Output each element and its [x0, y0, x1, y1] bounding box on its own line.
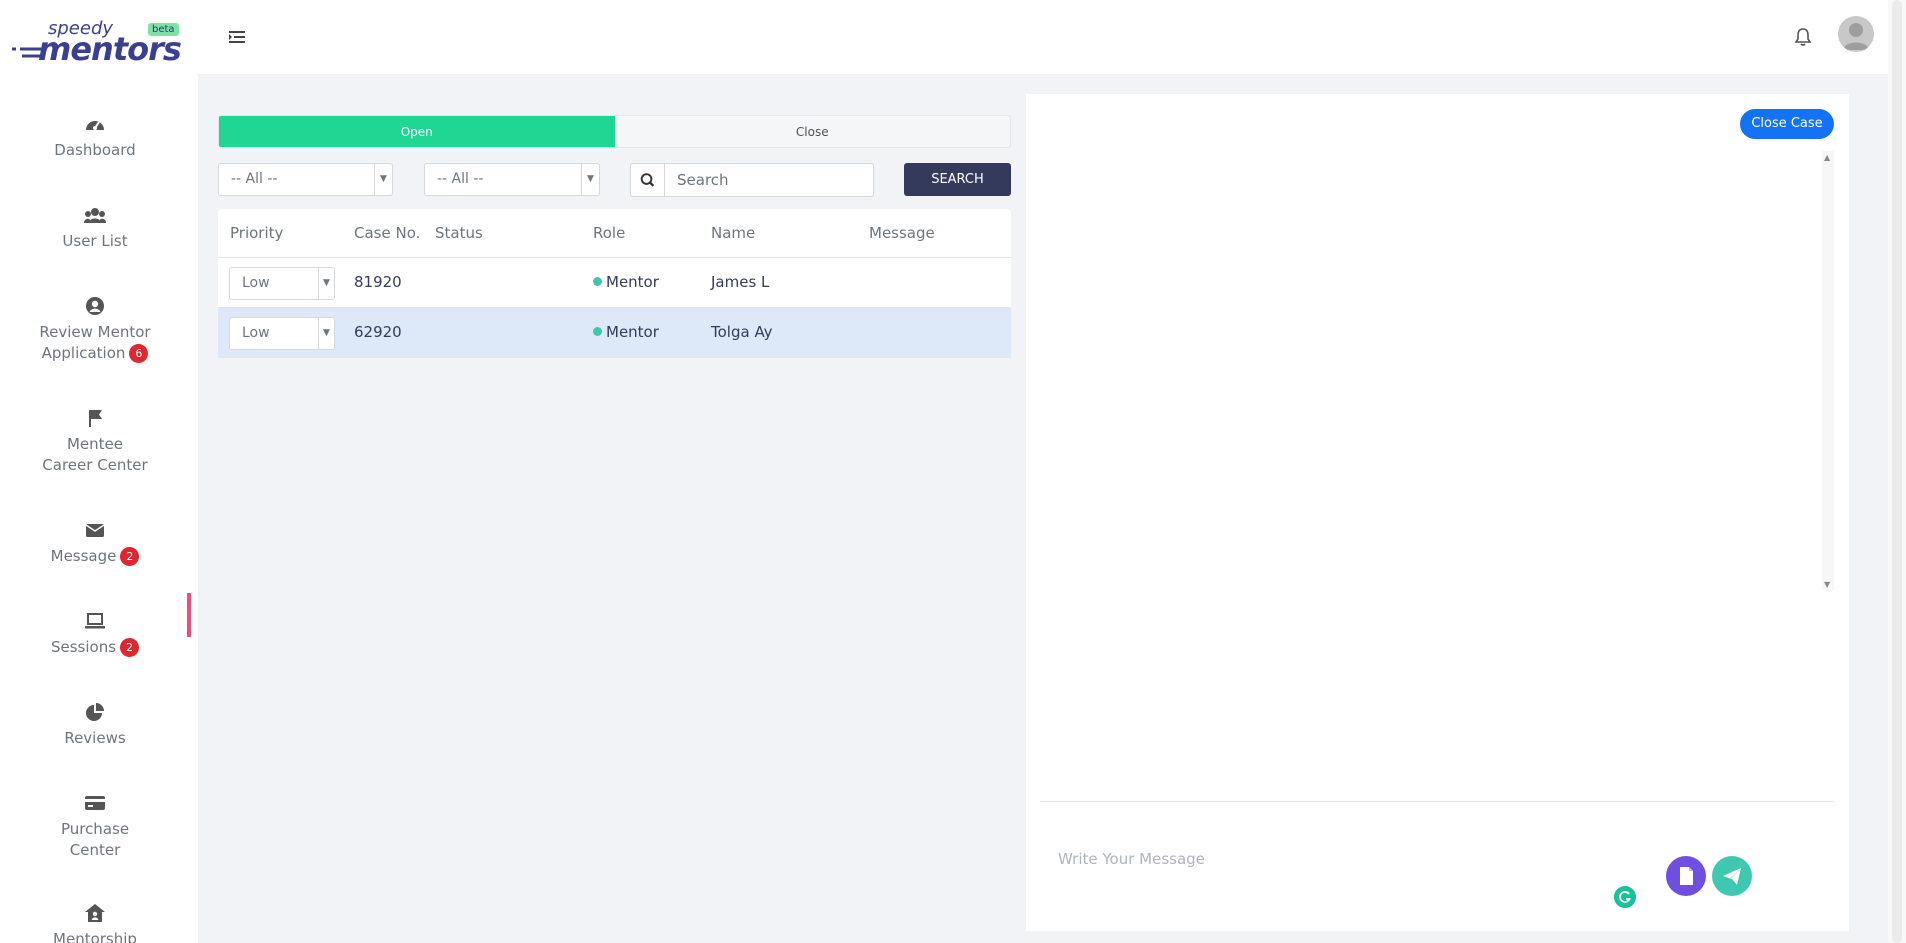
- sidebar-item-label-line1: Purchase: [60, 820, 130, 838]
- chevron-down-icon: ▼: [318, 268, 334, 299]
- send-message-button[interactable]: [1712, 856, 1752, 896]
- chevron-down-icon: ▼: [318, 318, 334, 349]
- table-header: Priority Case No. Status Role Name Messa…: [218, 209, 1011, 258]
- chevron-down-icon: ▼: [374, 164, 392, 195]
- review-count-badge: 6: [129, 344, 149, 363]
- sidebar-item-label: User List: [62, 232, 128, 250]
- column-header-message: Message: [869, 224, 935, 242]
- column-header-priority: Priority: [230, 224, 284, 242]
- search-input[interactable]: [666, 164, 872, 196]
- page-scrollbar-thumb[interactable]: [1892, 0, 1902, 943]
- sidebar-item-user-list[interactable]: User List: [0, 205, 190, 252]
- scroll-down-icon[interactable]: ▼: [1824, 580, 1830, 589]
- brand-logo[interactable]: speedy mentors beta: [12, 18, 182, 68]
- priority-value: Low: [242, 325, 270, 341]
- status-dot: [593, 277, 602, 286]
- top-header: speedy mentors beta: [0, 0, 1888, 74]
- column-header-status: Status: [435, 224, 483, 242]
- beta-badge: beta: [148, 23, 179, 36]
- notification-bell-icon[interactable]: [1794, 27, 1812, 47]
- sidebar-item-label: Sessions: [50, 638, 117, 656]
- sidebar-item-label-line1: Mentee: [66, 435, 123, 453]
- grammarly-icon[interactable]: [1614, 886, 1636, 908]
- filter-select-1-value: -- All --: [231, 171, 278, 187]
- role-label: Mentor: [606, 323, 659, 341]
- gauge-icon: [86, 121, 104, 130]
- status-dot: [593, 327, 602, 336]
- sidebar-item-label: Message: [50, 547, 117, 565]
- user-name: James L: [711, 273, 770, 291]
- menu-toggle-icon[interactable]: [228, 28, 246, 46]
- users-icon: [84, 208, 106, 223]
- column-header-role: Role: [593, 224, 626, 242]
- sessions-count-badge: 2: [120, 638, 140, 657]
- sidebar-item-label: Reviews: [64, 729, 126, 747]
- sidebar-item-review-mentor-application[interactable]: Review Mentor Application 6: [0, 296, 190, 364]
- pie-chart-icon: [86, 703, 104, 721]
- case-number: 81920: [354, 273, 402, 291]
- sidebar-item-label: Mentorship: [53, 930, 137, 943]
- credit-card-icon: [85, 796, 105, 810]
- sidebar-item-label-line2: Career Center: [42, 456, 148, 474]
- flag-icon: [89, 410, 102, 427]
- sidebar-item-mentee-career-center[interactable]: Mentee Career Center: [0, 408, 190, 476]
- house-user-icon: [85, 904, 105, 922]
- sidebar-item-purchase-center[interactable]: Purchase Center: [0, 793, 190, 861]
- user-circle-icon: [86, 297, 104, 315]
- cases-table: Priority Case No. Status Role Name Messa…: [218, 209, 1011, 358]
- file-icon: [1680, 867, 1693, 885]
- table-row[interactable]: Low ▼ 62920 Mentor Tolga Ay: [218, 308, 1011, 358]
- column-header-case-no: Case No.: [354, 224, 421, 242]
- sidebar-item-message[interactable]: Message 2: [0, 520, 190, 567]
- search-box: [630, 163, 874, 197]
- role-cell: Mentor: [593, 323, 659, 341]
- page-scrollbar[interactable]: [1888, 0, 1906, 943]
- role-label: Mentor: [606, 273, 659, 291]
- chat-divider: [1040, 801, 1834, 802]
- filter-select-1[interactable]: -- All -- ▼: [218, 163, 393, 196]
- paper-plane-icon: [1723, 868, 1741, 885]
- active-item-indicator: [187, 593, 191, 637]
- sidebar-item-reviews[interactable]: Reviews: [0, 702, 190, 749]
- sidebar-item-label-line2: Application: [41, 344, 126, 362]
- sidebar-item-sessions[interactable]: Sessions 2: [0, 611, 190, 658]
- column-header-name: Name: [711, 224, 756, 242]
- close-case-button[interactable]: Close Case: [1740, 109, 1834, 139]
- role-cell: Mentor: [593, 273, 659, 291]
- laptop-icon: [85, 613, 105, 629]
- avatar-placeholder-icon: [1843, 23, 1869, 50]
- filter-select-2[interactable]: -- All -- ▼: [424, 163, 600, 196]
- sidebar-item-label-line1: Review Mentor: [39, 323, 151, 341]
- user-avatar[interactable]: [1838, 16, 1874, 52]
- user-name: Tolga Ay: [711, 323, 773, 341]
- chevron-down-icon: ▼: [581, 164, 599, 195]
- case-status-tabs: Open Close: [218, 115, 1011, 148]
- search-icon: [640, 164, 665, 196]
- chat-panel: Close Case ▲ ▼ Write Your Message: [1026, 94, 1849, 931]
- scroll-up-icon[interactable]: ▲: [1824, 153, 1830, 162]
- envelope-icon: [85, 524, 105, 537]
- sidebar-item-label-line2: Center: [69, 841, 121, 859]
- priority-select[interactable]: Low ▼: [229, 317, 335, 350]
- tab-close[interactable]: Close: [615, 116, 1011, 147]
- sidebar-item-dashboard[interactable]: Dashboard: [0, 114, 190, 161]
- message-input[interactable]: Write Your Message: [1058, 850, 1498, 868]
- table-row[interactable]: Low ▼ 81920 Mentor James L: [218, 258, 1011, 308]
- filter-select-2-value: -- All --: [437, 171, 484, 187]
- chat-scrollbar[interactable]: ▲ ▼: [1822, 151, 1834, 591]
- priority-select[interactable]: Low ▼: [229, 267, 335, 300]
- tab-open[interactable]: Open: [219, 116, 615, 147]
- sidebar-item-label: Dashboard: [54, 141, 136, 159]
- case-number: 62920: [354, 323, 402, 341]
- message-count-badge: 2: [120, 547, 140, 566]
- attach-file-button[interactable]: [1666, 856, 1706, 896]
- sidebar: Dashboard User List Review Mentor Applic…: [0, 74, 198, 943]
- search-button[interactable]: SEARCH: [904, 163, 1011, 196]
- priority-value: Low: [242, 275, 270, 291]
- sidebar-item-mentorship[interactable]: Mentorship: [0, 903, 190, 943]
